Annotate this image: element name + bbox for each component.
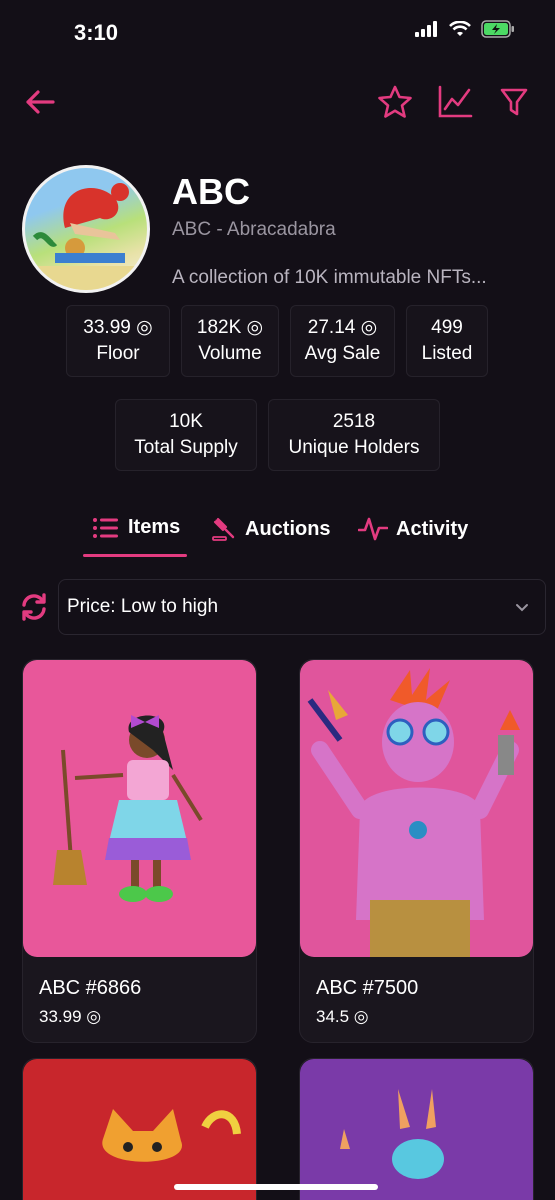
item-image: [300, 660, 533, 957]
item-card[interactable]: [299, 1058, 534, 1200]
status-time: 3:10: [74, 20, 119, 45]
favorite-button[interactable]: [375, 82, 415, 122]
collection-avatar: [22, 165, 150, 293]
filter-icon: [500, 88, 528, 116]
item-image: [23, 1059, 256, 1200]
top-bar: [0, 82, 555, 126]
signal-icon: [415, 21, 437, 37]
tab-items[interactable]: Items: [92, 516, 180, 539]
stat-volume: 182K ◎ Volume: [181, 305, 279, 377]
avatar-art: [25, 183, 147, 290]
collection-header: ABC ABC - Abracadabra A collection of 10…: [22, 165, 532, 300]
item-image: [23, 660, 256, 957]
stat-value: 2518: [332, 411, 376, 432]
collection-description: A collection of 10K immutable NFTs...: [172, 267, 487, 288]
chart-line-icon: [438, 85, 473, 118]
gavel-icon: [212, 517, 235, 541]
activity-icon: [358, 517, 388, 541]
tab-activity[interactable]: Activity: [358, 516, 468, 542]
stat-label: Avg Sale: [304, 343, 381, 364]
list-icon: [93, 517, 118, 538]
status-icons: [415, 20, 515, 38]
chevron-down-icon: [516, 604, 528, 612]
back-button[interactable]: [20, 82, 60, 122]
collection-title: ABC: [172, 171, 250, 212]
filter-button[interactable]: [494, 82, 534, 122]
item-card[interactable]: [22, 1058, 257, 1200]
item-card[interactable]: ABC #6866 33.99 ◎: [22, 659, 257, 1043]
collection-subtitle: ABC - Abracadabra: [172, 219, 336, 240]
status-bar: 3:10: [0, 0, 555, 66]
refresh-icon: [22, 593, 46, 621]
stat-value: 499: [431, 317, 463, 338]
stat-value: 10K: [169, 411, 203, 432]
stat-value: 182K ◎: [196, 317, 264, 338]
tab-label: Activity: [396, 517, 469, 540]
stat-unique-holders: 2518 Unique Holders: [268, 399, 440, 471]
item-name: ABC #6866: [39, 977, 142, 999]
active-tab-indicator: [83, 554, 187, 557]
battery-icon: [481, 20, 514, 38]
sort-select[interactable]: Price: Low to high: [58, 579, 546, 635]
stat-label: Listed: [421, 343, 473, 364]
item-price: 34.5 ◎: [316, 1007, 369, 1026]
stat-value: 27.14 ◎: [307, 317, 378, 338]
stat-label: Unique Holders: [288, 437, 420, 458]
arrow-left-icon: [26, 90, 55, 114]
stat-label: Total Supply: [134, 437, 238, 458]
tab-auctions[interactable]: Auctions: [211, 516, 331, 542]
item-price: 33.99 ◎: [39, 1007, 102, 1026]
sort-row: Price: Low to high: [0, 579, 555, 635]
stat-label: Floor: [96, 343, 140, 364]
home-indicator: [174, 1184, 378, 1190]
star-icon: [378, 85, 412, 118]
stat-avg-sale: 27.14 ◎ Avg Sale: [290, 305, 395, 377]
stat-value: 33.99 ◎: [83, 317, 153, 338]
tab-label: Auctions: [245, 517, 331, 540]
item-image: [300, 1059, 533, 1200]
stat-total-supply: 10K Total Supply: [115, 399, 257, 471]
stat-listed: 499 Listed: [406, 305, 488, 377]
chart-button[interactable]: [435, 82, 475, 122]
refresh-button[interactable]: [14, 587, 54, 627]
item-name: ABC #7500: [316, 977, 419, 999]
stat-label: Volume: [198, 343, 262, 364]
tab-label: Items: [128, 516, 181, 538]
sort-selected-value: Price: Low to high: [67, 596, 219, 617]
collection-tabs: Items Auctions Activity: [0, 510, 555, 560]
item-card[interactable]: ABC #7500 34.5 ◎: [299, 659, 534, 1043]
stat-floor: 33.99 ◎ Floor: [66, 305, 170, 377]
wifi-icon: [449, 21, 471, 36]
